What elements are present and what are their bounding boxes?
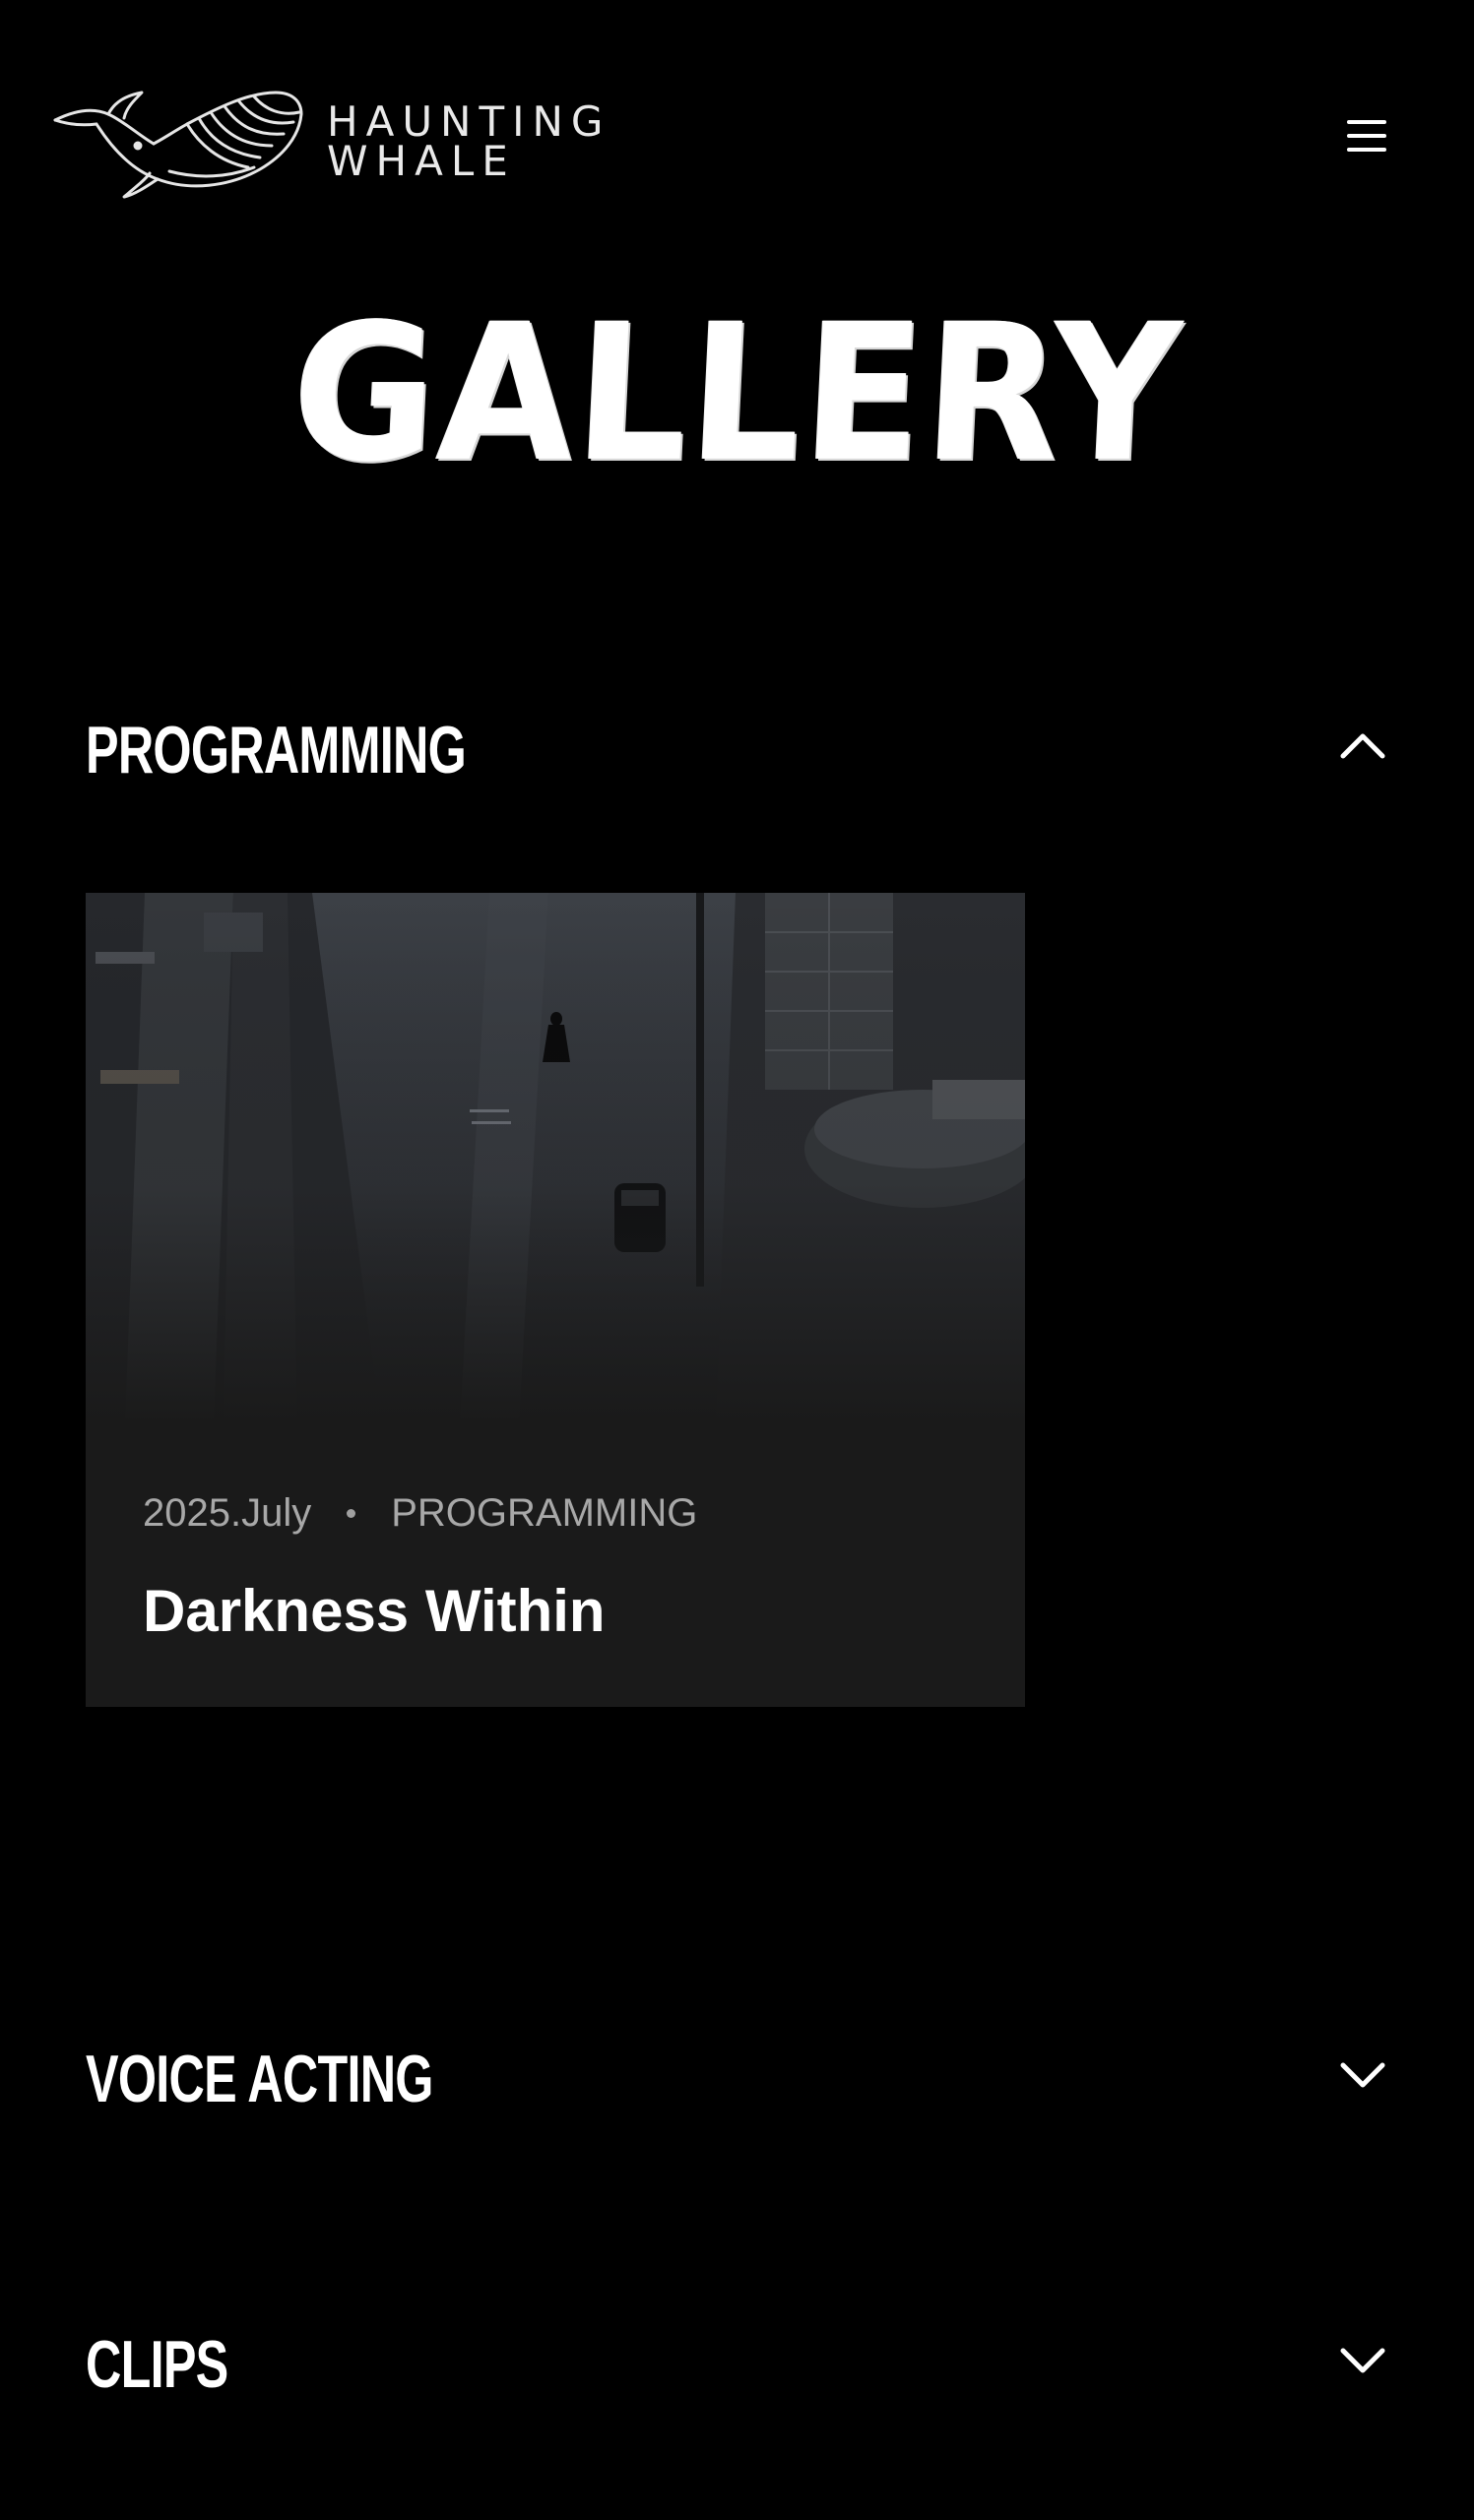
section-header-voice-acting[interactable]: VOICE ACTING: [86, 2030, 1388, 2128]
section-header-clips[interactable]: CLIPS: [86, 2315, 1388, 2414]
menu-bar: [1347, 134, 1386, 138]
brand-line-1: HAUNTING: [327, 97, 611, 146]
card-category: PROGRAMMING: [391, 1491, 698, 1535]
page-title: GALLERY: [287, 283, 1187, 504]
chevron-down-icon[interactable]: [1337, 2341, 1388, 2380]
card-title: Darkness Within: [143, 1578, 606, 1644]
brand-logo[interactable]: HAUNTING WHALE: [51, 85, 610, 199]
page: HAUNTING WHALE GALLERY PROGRAMMING 2025.…: [0, 0, 1474, 2520]
card-thumbnail: [86, 893, 1025, 1424]
menu-bar: [1347, 148, 1386, 152]
section-title: CLIPS: [86, 2327, 228, 2402]
whale-icon: [53, 91, 303, 199]
chevron-up-icon[interactable]: [1337, 726, 1388, 766]
hamburger-menu-icon[interactable]: [1339, 114, 1394, 161]
section-title: VOICE ACTING: [86, 2042, 433, 2116]
card-meta: 2025.July PROGRAMMING: [143, 1483, 697, 1543]
card-date: 2025.July: [143, 1491, 312, 1535]
brand-wordmark: HAUNTING WHALE: [327, 97, 611, 185]
brand-line-2: WHALE: [327, 137, 516, 185]
chevron-down-icon[interactable]: [1337, 2055, 1388, 2095]
gallery-card[interactable]: 2025.July PROGRAMMING Darkness Within: [86, 893, 1025, 1707]
site-header: HAUNTING WHALE: [0, 0, 1474, 276]
menu-bar: [1347, 120, 1386, 124]
separator-dot: [347, 1508, 356, 1518]
section-header-programming[interactable]: PROGRAMMING: [86, 701, 1388, 799]
section-title: PROGRAMMING: [86, 713, 467, 788]
